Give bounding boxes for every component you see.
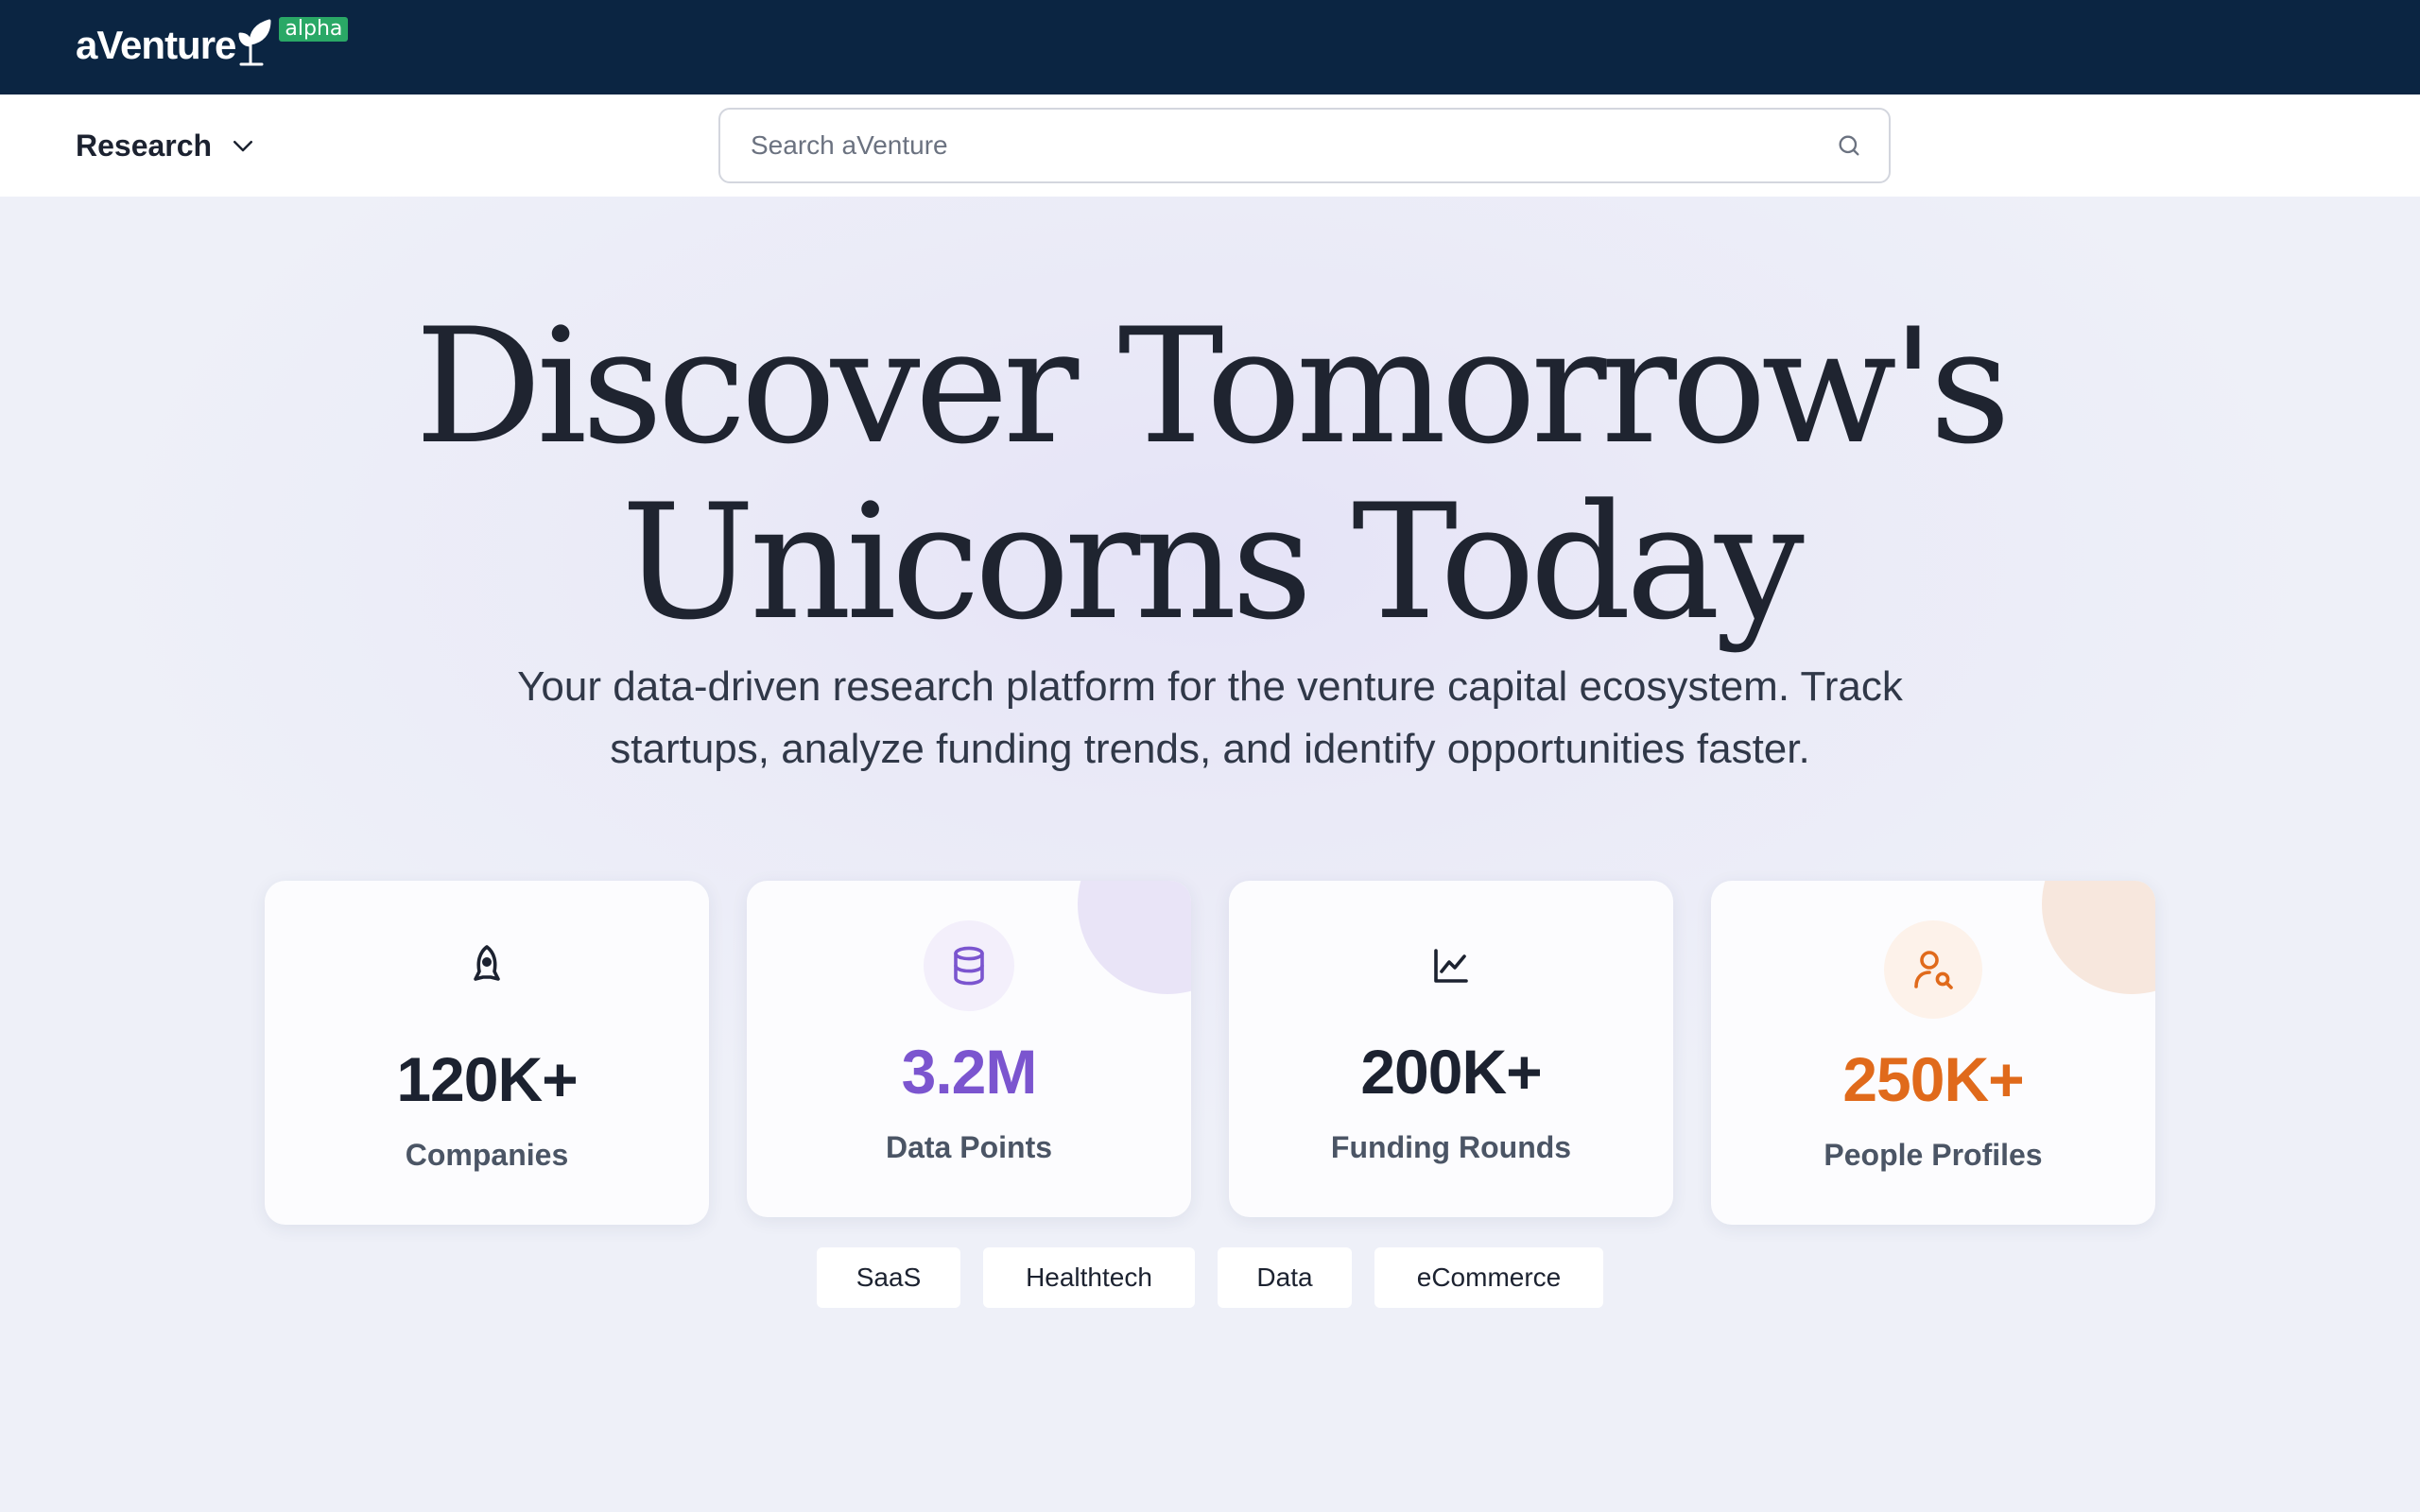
decorative-circle (1078, 881, 1191, 994)
subtitle-line-1: Your data-driven research platform for t… (517, 663, 1903, 710)
brand-name: aVenture (76, 23, 236, 67)
research-menu-label: Research (76, 128, 213, 163)
hero-subtitle: Your data-driven research platform for t… (454, 656, 1966, 781)
tag-saas[interactable]: SaaS (817, 1247, 960, 1308)
stat-label: Data Points (885, 1130, 1053, 1164)
stat-card-companies[interactable]: 120K+ Companies (265, 881, 709, 1225)
rocket-icon (474, 945, 500, 981)
stat-label: Funding Rounds (1330, 1130, 1572, 1164)
search-input[interactable] (751, 130, 1836, 161)
database-icon (954, 946, 984, 986)
stat-value: 250K+ (1842, 1044, 2024, 1114)
stat-value: 200K+ (1360, 1037, 1542, 1107)
hero-section: Discover Tomorrow's Unicorns Today Your … (0, 197, 2420, 1512)
headline-line-1: Discover Tomorrow's (414, 294, 2011, 479)
headline-line-2: Unicorns Today (621, 470, 1805, 655)
stat-card-funding-rounds[interactable]: 200K+ Funding Rounds (1229, 881, 1673, 1217)
decorative-circle (2042, 881, 2155, 994)
tag-data[interactable]: Data (1218, 1247, 1352, 1308)
search-box[interactable] (718, 108, 1891, 183)
chart-line-icon (1434, 949, 1468, 983)
user-search-icon (1914, 951, 1953, 989)
tag-ecommerce[interactable]: eCommerce (1374, 1247, 1603, 1308)
brand-logo[interactable]: aVenture alpha (76, 17, 349, 72)
stat-value: 3.2M (901, 1037, 1038, 1107)
stat-label: Companies (405, 1138, 569, 1172)
nav-bar: Research (0, 94, 2420, 197)
research-menu[interactable]: Research (76, 123, 257, 168)
tag-healthtech[interactable]: Healthtech (983, 1247, 1195, 1308)
top-bar: aVenture alpha (0, 0, 2420, 94)
search-icon[interactable] (1836, 132, 1862, 159)
sprout-icon (238, 19, 271, 66)
chevron-down-icon (233, 141, 253, 152)
stat-icon-wrap (1406, 920, 1496, 1011)
stat-icon-wrap (1884, 920, 1982, 1019)
stat-card-data-points[interactable]: 3.2M Data Points (747, 881, 1191, 1217)
hero-headline: Discover Tomorrow's Unicorns Today (0, 299, 2420, 650)
alpha-badge: alpha (279, 17, 349, 42)
subtitle-line-2: startups, analyze funding trends, and id… (610, 726, 1810, 772)
stat-card-people-profiles[interactable]: 250K+ People Profiles (1711, 881, 2155, 1225)
stat-icon-wrap (924, 920, 1014, 1011)
stat-label: People Profiles (1824, 1138, 2043, 1172)
stat-icon-wrap (441, 920, 532, 1011)
stat-value: 120K+ (396, 1044, 578, 1114)
